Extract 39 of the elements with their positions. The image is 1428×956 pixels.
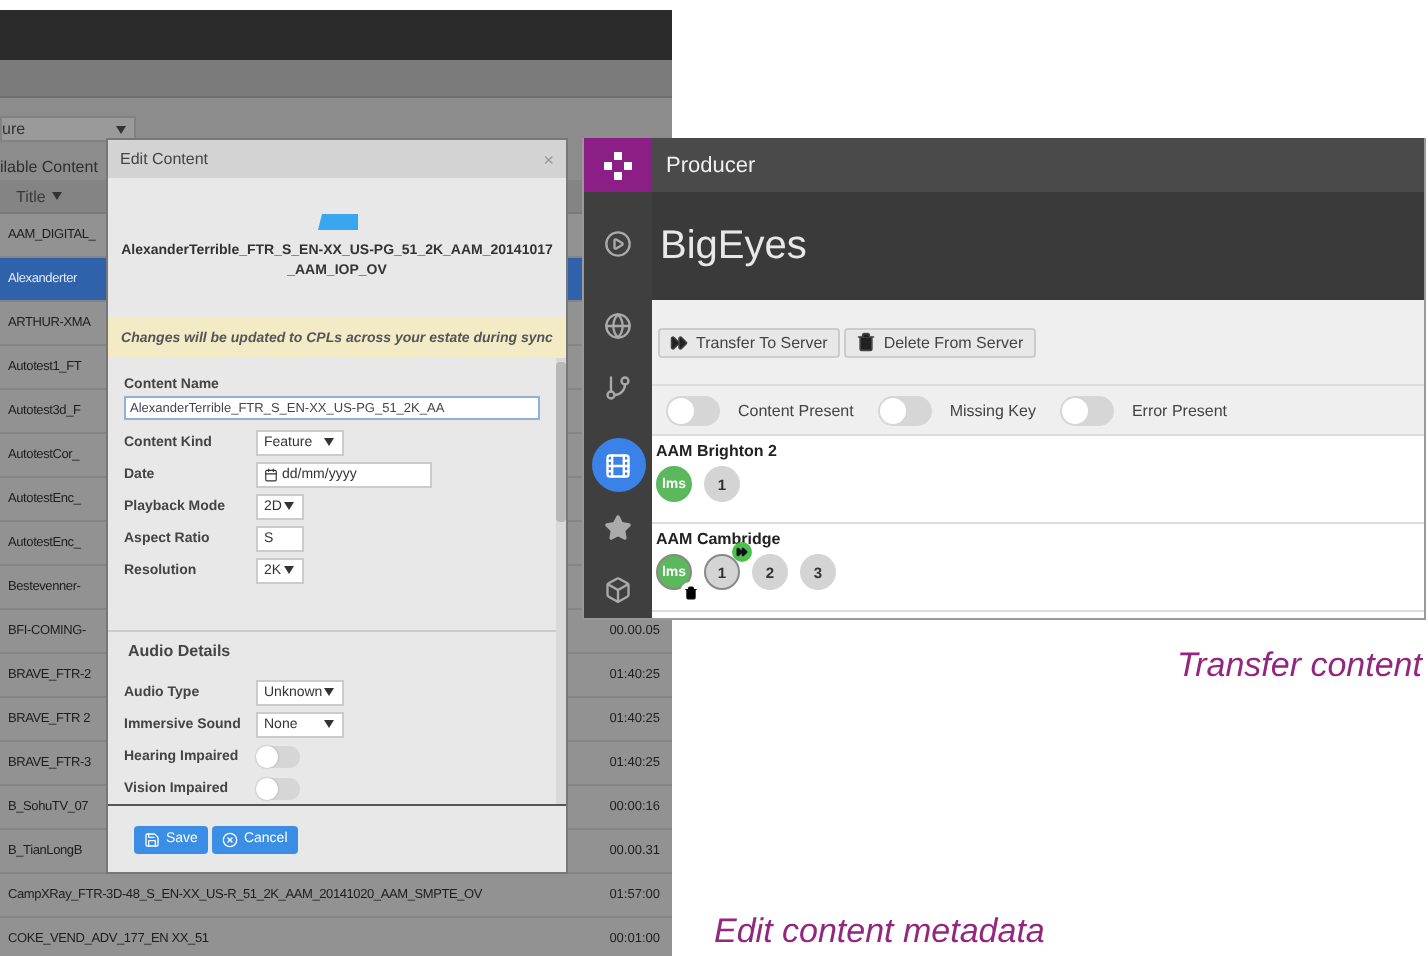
- nav-button[interactable]: [591, 438, 645, 492]
- close-icon: [221, 831, 238, 847]
- fast-forward-icon: [670, 333, 688, 351]
- toggle-label: Content Present: [738, 401, 854, 419]
- caret-icon: [284, 502, 294, 510]
- caption: Edit content metadata: [714, 912, 1045, 952]
- scrollbar[interactable]: [556, 358, 566, 804]
- page-title: BigEyes: [660, 223, 807, 269]
- toggle-switch[interactable]: [666, 395, 720, 425]
- app-title: Producer: [666, 153, 756, 177]
- section-heading: Audio Details: [128, 642, 233, 660]
- toggle-label: Missing Key: [949, 401, 1036, 419]
- star-icon: [604, 513, 632, 541]
- calendar-icon: [264, 467, 278, 481]
- trash-icon: [855, 332, 876, 352]
- dialog-title: Edit Content: [120, 150, 209, 168]
- caret-icon: [324, 720, 334, 728]
- toggle-switch[interactable]: [256, 745, 300, 767]
- floppy-icon: [144, 831, 160, 847]
- delete-button[interactable]: Delete From Server: [843, 327, 1036, 357]
- site-name: AAM Cambridge: [656, 530, 783, 548]
- play-icon: [604, 229, 632, 257]
- site-name: AAM Brighton 2: [656, 442, 779, 460]
- content-icon: [317, 213, 357, 229]
- caret-icon: [116, 125, 126, 133]
- film-icon: [604, 451, 632, 479]
- toggle-switch[interactable]: [1059, 395, 1114, 425]
- toggle-switch[interactable]: [877, 395, 932, 425]
- list-heading: ilable Content: [0, 157, 98, 175]
- globe-icon: [604, 311, 632, 339]
- caption: Transfer content: [1176, 646, 1422, 686]
- caret-icon: [51, 192, 62, 200]
- toggle-switch[interactable]: [256, 777, 300, 799]
- toggle-label: Error Present: [1131, 401, 1228, 419]
- filter-dropdown[interactable]: ure: [0, 116, 136, 142]
- branch-icon: [604, 373, 632, 401]
- transfer-button[interactable]: Transfer To Server: [658, 327, 840, 357]
- cube-icon: [604, 575, 632, 603]
- caret-icon: [324, 438, 334, 446]
